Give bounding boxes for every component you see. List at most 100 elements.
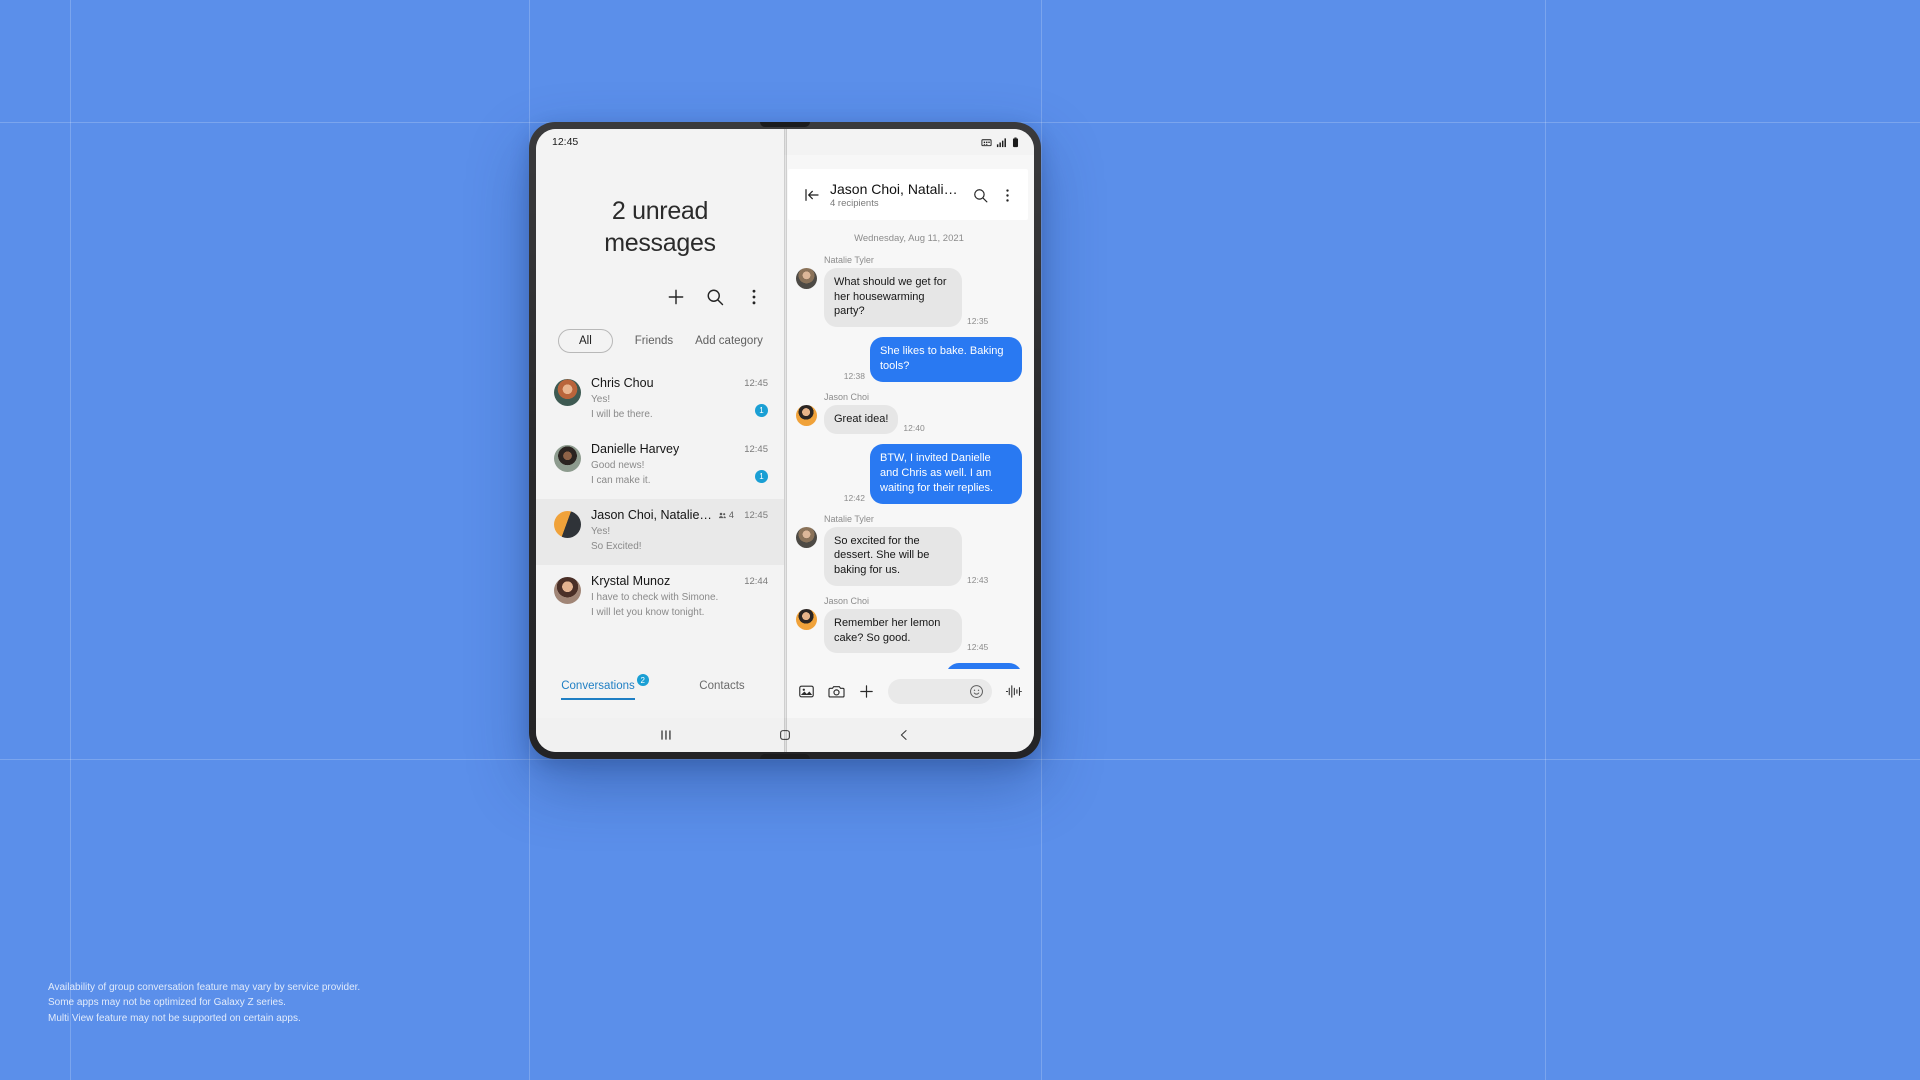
- message-bubble[interactable]: What should we get for her housewarming …: [824, 268, 962, 328]
- conversation-content: Krystal Munoz 12:44 I have to check with…: [591, 574, 768, 620]
- category-chip-all[interactable]: All: [558, 329, 613, 353]
- message-bubble[interactable]: Great idea!: [824, 404, 899, 435]
- conversation-time: 12:45: [744, 509, 768, 521]
- message-bubble[interactable]: BTW, I invited Danielle and Chris as wel…: [870, 444, 1022, 504]
- conversation-preview-line1: I have to check with Simone.: [591, 592, 719, 603]
- search-icon[interactable]: [972, 187, 989, 204]
- message-row: Natalie Tyler What should we get for her…: [796, 255, 1022, 328]
- footnote-line3: Multi View feature may not be supported …: [48, 1012, 301, 1024]
- sticker-icon[interactable]: [969, 684, 984, 699]
- tab-contacts[interactable]: Contacts: [660, 680, 784, 698]
- message-bubble[interactable]: So excited for the dessert. She will be …: [824, 526, 962, 586]
- back-to-list-icon[interactable]: [804, 187, 820, 203]
- message-column: Natalie Tyler So excited for the dessert…: [824, 514, 1022, 586]
- message-group: Jason Choi Remember her lemon cake? So g…: [796, 595, 1022, 654]
- message-sender: Jason Choi: [824, 391, 870, 402]
- conversation-list: Chris Chou 12:45 Yes! I will be there. 1: [536, 367, 784, 670]
- message-column: Jason Choi Remember her lemon cake? So g…: [824, 595, 1022, 654]
- chat-header: Jason Choi, Natalie… 4 recipients: [788, 169, 1028, 220]
- conversation-row-jason-choi-group[interactable]: Jason Choi, Natalie… 4 12:45 Yes! So Exc…: [536, 499, 784, 565]
- message-row: Jason Choi Remember her lemon cake? So g…: [796, 595, 1022, 654]
- message-thread[interactable]: Wednesday, Aug 11, 2021 Natalie Tyler Wh…: [784, 220, 1034, 669]
- conversation-preview-line2: I will be there.: [591, 409, 653, 420]
- split-panes: 2 unread messages All Friends Add catego…: [536, 155, 1034, 718]
- message-group: 12:38 She likes to bake. Baking tools?: [796, 337, 1022, 382]
- conversation-preview-line1: Yes!: [591, 394, 611, 405]
- wifi-icon: [981, 138, 992, 146]
- android-navigation-bar: [536, 718, 1034, 752]
- conversation-time: 12:45: [744, 443, 768, 455]
- conversation-name: Krystal Munoz: [591, 574, 671, 588]
- avatar: [796, 608, 817, 630]
- message-composer: [784, 669, 1034, 718]
- conversation-preview: Yes! I will be there.: [591, 392, 768, 422]
- conversation-preview: Good news! I can make it.: [591, 458, 768, 488]
- signal-icon: [996, 137, 1006, 147]
- message-column: Jason Choi Great idea! 12:40: [824, 392, 1022, 435]
- conversation-row-chris-chou[interactable]: Chris Chou 12:45 Yes! I will be there. 1: [536, 367, 784, 433]
- conversation-row-danielle-harvey[interactable]: Danielle Harvey 12:45 Good news! I can m…: [536, 433, 784, 499]
- message-row: Jason Choi Great idea! 12:40: [796, 392, 1022, 435]
- category-chips: All Friends Add category: [536, 307, 784, 353]
- tab-conversations-badge: 2: [636, 674, 649, 686]
- message-group: Natalie Tyler What should we get for her…: [796, 255, 1022, 328]
- conversation-row-krystal-munoz[interactable]: Krystal Munoz 12:44 I have to check with…: [536, 565, 784, 631]
- conversation-top-line: Danielle Harvey 12:45: [591, 442, 768, 456]
- avatar: [554, 445, 581, 472]
- unread-badge: 1: [755, 470, 768, 483]
- chat-title: Jason Choi, Natalie…: [830, 181, 962, 197]
- category-chip-friends[interactable]: Friends: [635, 335, 673, 347]
- message-sender: Natalie Tyler: [824, 255, 874, 265]
- conversation-name: Jason Choi, Natalie…: [591, 508, 712, 522]
- avatar: [796, 404, 817, 426]
- chat-title-block: Jason Choi, Natalie… 4 recipients: [830, 181, 962, 209]
- tab-conversations-label: Conversations: [561, 680, 635, 692]
- status-bar-icons: [981, 136, 1020, 148]
- avatar: [796, 526, 817, 548]
- conversation-time: 12:44: [744, 575, 768, 587]
- conversation-preview-line2: I can make it.: [591, 475, 651, 486]
- unread-badge: 1: [755, 404, 768, 417]
- tab-contacts-label: Contacts: [699, 680, 745, 692]
- recents-icon[interactable]: [659, 728, 673, 742]
- search-icon[interactable]: [705, 287, 725, 307]
- unread-headline-line2: messages: [604, 229, 716, 257]
- status-bar-time: 12:45: [552, 136, 579, 148]
- message-group: Jason Choi Great idea! 12:40: [796, 392, 1022, 435]
- message-bubble[interactable]: She likes to bake. Baking tools?: [870, 337, 1022, 382]
- conversation-content: Danielle Harvey 12:45 Good news! I can m…: [591, 442, 768, 488]
- message-column: Natalie Tyler What should we get for her…: [824, 255, 1022, 328]
- message-sender: Natalie Tyler: [824, 513, 874, 524]
- group-participants-badge: 4: [718, 510, 734, 520]
- device-screen: 12:45 2 unread messages All Friends Add …: [536, 129, 1034, 752]
- new-conversation-icon[interactable]: [666, 287, 686, 307]
- gallery-icon[interactable]: [798, 683, 815, 700]
- message-bubble[interactable]: Remember her lemon cake? So good.: [824, 608, 962, 654]
- more-options-icon[interactable]: [744, 287, 764, 307]
- voice-recorder-icon[interactable]: [1005, 683, 1022, 700]
- bubble-line: Great idea! 12:40: [824, 404, 1022, 435]
- more-options-icon[interactable]: [999, 187, 1016, 204]
- category-chip-add-category[interactable]: Add category: [695, 335, 763, 347]
- battery-icon: [1012, 136, 1019, 147]
- bubble-line: Remember her lemon cake? So good. 12:45: [824, 608, 1022, 654]
- tab-conversations[interactable]: Conversations 2: [536, 674, 660, 700]
- bubble-line: So excited for the dessert. She will be …: [824, 526, 1022, 586]
- conversation-name: Chris Chou: [591, 376, 654, 390]
- home-icon[interactable]: [778, 728, 792, 742]
- conversation-preview-line1: Good news!: [591, 460, 645, 471]
- back-icon[interactable]: [897, 728, 911, 742]
- bubble-line: 12:42 BTW, I invited Danielle and Chris …: [844, 444, 1022, 504]
- add-attachment-icon[interactable]: [858, 683, 875, 700]
- conversation-preview: I have to check with Simone. I will let …: [591, 590, 768, 620]
- message-input[interactable]: [888, 679, 992, 704]
- device-hinge-top: [760, 122, 810, 127]
- conversation-top-line: Krystal Munoz 12:44: [591, 574, 768, 588]
- camera-icon[interactable]: [828, 683, 845, 700]
- date-separator: Wednesday, Aug 11, 2021: [854, 233, 964, 244]
- conversation-time: 12:45: [744, 377, 768, 389]
- device-hinge-bottom: [760, 754, 810, 759]
- message-row: Natalie Tyler So excited for the dessert…: [796, 514, 1022, 586]
- avatar: [554, 511, 581, 538]
- message-sender: Jason Choi: [824, 595, 870, 606]
